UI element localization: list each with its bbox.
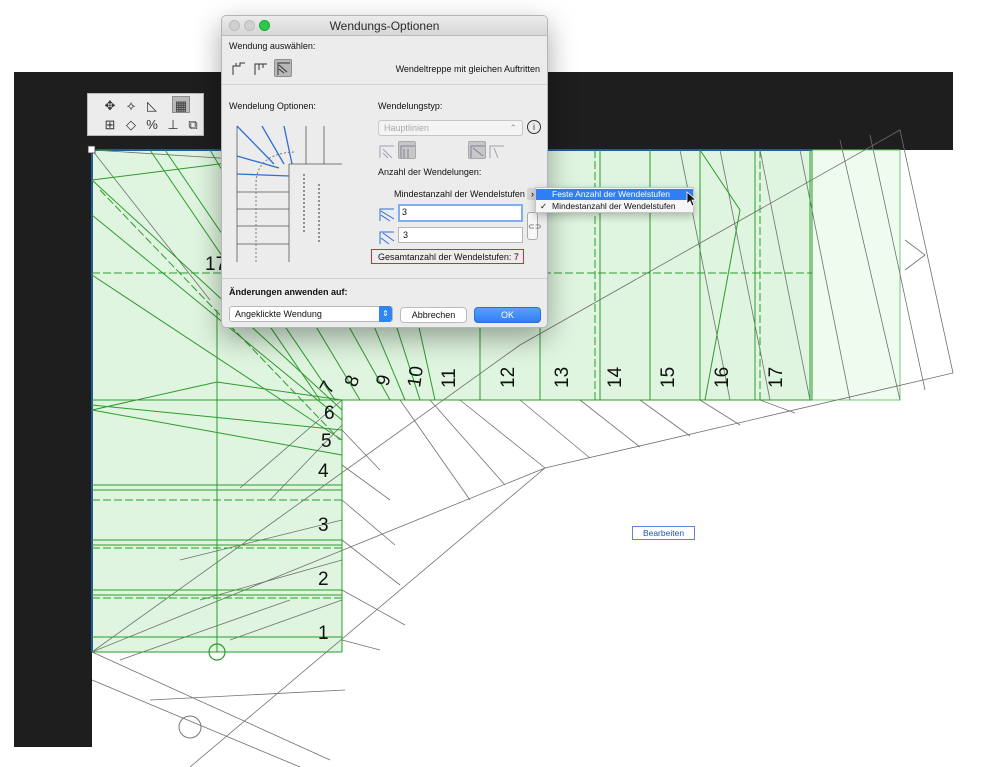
menu-item-min-count[interactable]: ✓ Mindestanzahl der Wendelstufen — [536, 201, 693, 212]
winder-preview-diagram — [236, 125, 342, 262]
winder-mode-icon-1[interactable] — [378, 142, 396, 160]
winder-type-value: Hauptlinien — [384, 123, 430, 133]
step-number-6: 6 — [324, 403, 335, 424]
step-number-15: 15 — [658, 367, 679, 388]
align-icon[interactable]: ⊥ — [164, 116, 182, 133]
mode-context-menu: Feste Anzahl der Wendelstufen ✓ Mindesta… — [535, 187, 694, 213]
step-number-11: 11 — [439, 368, 460, 388]
apply-to-label: Änderungen anwenden auf: — [229, 287, 348, 297]
cursor-icon — [686, 191, 698, 207]
winder-field-icon-1 — [378, 205, 396, 223]
step-number-5: 5 — [321, 431, 332, 452]
edit-toolbox: ✥ ⟡ ◺ ▦ ⊞ ◇ % ⊥ ⧉ — [87, 93, 204, 136]
shape-icon[interactable]: ◺ — [143, 97, 161, 114]
menu-item-fixed-count[interactable]: Feste Anzahl der Wendelstufen — [536, 189, 693, 200]
move-icon[interactable]: ✥ — [101, 97, 119, 114]
chevron-updown-icon: ⌃ — [509, 123, 517, 133]
winder-options-label: Wendelung Optionen: — [229, 101, 316, 111]
step-number-4: 4 — [318, 461, 329, 482]
turn-type-icon-3[interactable] — [274, 59, 292, 77]
offset-icon[interactable]: ⊞ — [101, 116, 119, 133]
cancel-button[interactable]: Abbrechen — [400, 307, 467, 323]
winder-count-field-2[interactable]: 3 — [398, 227, 523, 243]
turn-type-icon-2[interactable] — [252, 60, 270, 78]
step-number-13: 13 — [552, 367, 573, 388]
winder-mode-icon-2[interactable] — [398, 141, 416, 159]
winder-mode-icon-3[interactable] — [468, 141, 486, 159]
total-steps-text: Gesamtanzahl der Wendelstufen: 7 — [378, 252, 519, 262]
ok-button[interactable]: OK — [474, 307, 541, 323]
winder-type-select[interactable]: Hauptlinien ⌃ — [378, 120, 523, 136]
winder-count-label: Anzahl der Wendelungen: — [378, 167, 482, 177]
info-icon[interactable]: i — [527, 120, 541, 134]
percent-icon[interactable]: % — [143, 116, 161, 133]
step-number-14: 14 — [605, 366, 626, 388]
updown-icon: ⇕ — [379, 306, 392, 322]
rotate-icon[interactable]: ⟡ — [122, 97, 140, 114]
step-number-16: 16 — [712, 367, 733, 388]
drag-icon[interactable]: ◇ — [122, 116, 140, 133]
dialog-titlebar[interactable]: Wendungs-Optionen — [222, 16, 547, 36]
step-number-2: 2 — [318, 569, 329, 590]
total-steps-box: Gesamtanzahl der Wendelstufen: 7 — [371, 249, 524, 264]
step-number-1: 1 — [318, 623, 329, 644]
min-steps-label: Mindestanzahl der Wendelstufen — [394, 189, 525, 199]
winder-field-icon-2 — [378, 228, 396, 246]
dialog-title: Wendungs-Optionen — [329, 19, 440, 33]
separator-bottom — [222, 278, 547, 279]
step-number-12: 12 — [498, 367, 519, 388]
turn-type-icon-1[interactable] — [230, 60, 248, 78]
winder-type-label: Wendelungstyp: — [378, 101, 443, 111]
layers-icon[interactable]: ⧉ — [184, 116, 202, 133]
winder-count-field-1[interactable]: 3 — [398, 204, 523, 222]
select-turn-label: Wendung auswählen: — [229, 41, 316, 51]
apply-to-select[interactable]: Angeklickte Wendung ⇕ — [229, 306, 393, 322]
turn-options-dialog: Wendungs-Optionen Wendung auswählen: Wen… — [221, 15, 548, 328]
stair-type-text: Wendeltreppe mit gleichen Auftritten — [395, 64, 540, 74]
link-icon[interactable]: ⊂⊃ — [527, 212, 541, 240]
winder-mode-icon-4[interactable] — [488, 142, 506, 160]
edit-label[interactable]: Bearbeiten — [632, 526, 695, 540]
separator — [222, 84, 547, 85]
grid-icon[interactable]: ▦ — [172, 96, 190, 113]
step-number-3: 3 — [318, 515, 329, 536]
check-icon: ✓ — [540, 201, 548, 211]
step-number-17: 17 — [766, 367, 787, 388]
step-number-10: 10 — [404, 365, 428, 389]
